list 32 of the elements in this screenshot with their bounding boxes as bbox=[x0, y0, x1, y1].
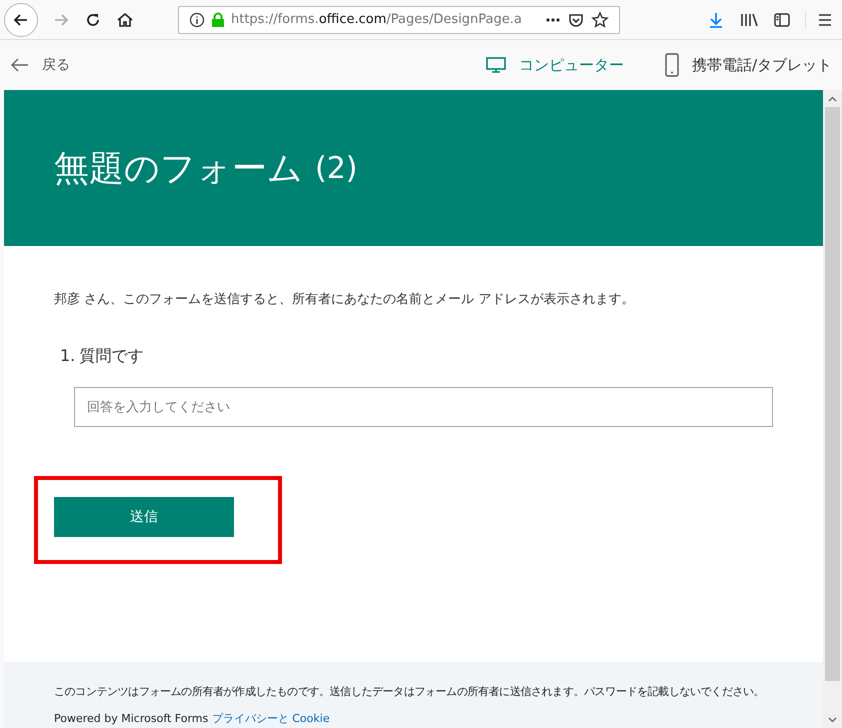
submit-button[interactable]: 送信 bbox=[54, 497, 234, 537]
scrollbar[interactable] bbox=[823, 90, 842, 728]
answer-field[interactable]: 回答を入力してください bbox=[74, 387, 773, 427]
privacy-link[interactable]: プライバシーと Cookie bbox=[212, 712, 330, 725]
phone-icon bbox=[664, 53, 680, 77]
scroll-thumb[interactable] bbox=[825, 107, 840, 681]
scroll-up-icon[interactable] bbox=[828, 96, 837, 102]
back-link[interactable]: 戻る bbox=[10, 56, 70, 74]
address-bar[interactable]: https://forms.office.com/Pages/DesignPage.a bbox=[178, 6, 620, 34]
form-title: 無題のフォーム bbox=[54, 148, 303, 190]
sidebar-icon[interactable] bbox=[773, 10, 791, 28]
preview-mode-tab[interactable]: 携帯電話/タブレット bbox=[664, 53, 832, 77]
padlock-icon bbox=[211, 12, 225, 28]
more-icon[interactable] bbox=[545, 16, 561, 22]
question-number: 1. bbox=[60, 346, 76, 367]
menu-icon[interactable] bbox=[805, 10, 834, 28]
url-text: https://forms.office.com/Pages/DesignPage.a bbox=[231, 12, 523, 27]
disclaimer-text: このコンテンツはフォームの所有者が作成したものです。送信したデータはフォームの所有者に送信されます。パスワードを記載しないでください。 bbox=[54, 684, 766, 699]
download-icon[interactable] bbox=[707, 10, 725, 28]
question-text: 質問です bbox=[79, 346, 144, 367]
info-icon bbox=[189, 12, 205, 28]
notice-text: 邦彦 さん、このフォームを送信すると、所有者にあなたの名前とメール アドレスが表示されます。 bbox=[54, 291, 636, 308]
form-title-count: (2) bbox=[315, 150, 358, 186]
star-icon[interactable] bbox=[591, 10, 609, 28]
back-arrow-icon bbox=[10, 57, 30, 73]
home-icon[interactable] bbox=[116, 10, 134, 28]
library-icon[interactable] bbox=[739, 10, 759, 28]
scroll-down-icon[interactable] bbox=[828, 716, 837, 722]
preview-mode-tab[interactable]: コンピューター bbox=[484, 56, 624, 74]
powered-by-text: Powered by Microsoft Forms bbox=[54, 712, 208, 725]
back-button[interactable] bbox=[4, 2, 38, 36]
monitor-icon bbox=[484, 56, 507, 74]
